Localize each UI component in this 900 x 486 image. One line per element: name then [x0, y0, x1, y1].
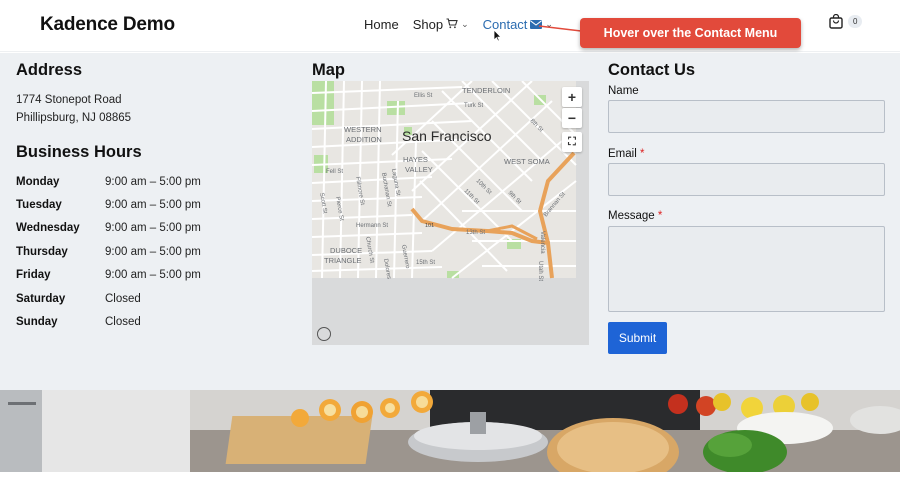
hours-row: Tuesday 9:00 am – 5:00 pm — [16, 199, 201, 211]
nav-item-label: Shop — [412, 17, 444, 32]
kitchen-hero-image — [0, 390, 900, 472]
business-hours-heading: Business Hours — [16, 143, 142, 161]
hours-day: Friday — [16, 269, 51, 281]
hours-time: Closed — [105, 293, 141, 305]
contact-heading: Contact Us — [608, 61, 696, 79]
map-zoom-in-button[interactable]: + — [562, 87, 582, 107]
hours-time: Closed — [105, 316, 141, 328]
cart-button[interactable]: 0 — [828, 14, 863, 29]
map-label: Ellis St — [414, 93, 433, 99]
hours-row: Saturday Closed — [16, 293, 141, 305]
kitchen-photo-graphic — [0, 390, 900, 472]
cart-count-badge: 0 — [848, 15, 863, 28]
address-heading: Address — [16, 61, 83, 79]
hours-day: Wednesday — [16, 222, 80, 234]
cart-icon — [446, 17, 458, 32]
site-logo[interactable]: Kadence Demo — [40, 14, 175, 36]
map-label: Fell St — [326, 169, 343, 175]
map-label: VALLEY — [405, 165, 433, 174]
map-label: HAYES — [403, 155, 428, 164]
embedded-map[interactable]: TENDERLOIN Ellis St Turk St WESTERN ADDI… — [312, 81, 589, 345]
hours-day: Saturday — [16, 293, 66, 305]
map-label: Turk St — [464, 103, 483, 109]
hours-row: Monday 9:00 am – 5:00 pm — [16, 176, 201, 188]
address-line-1: 1774 Stonepot Road — [16, 94, 122, 106]
map-label: ADDITION — [346, 135, 382, 144]
email-field[interactable] — [608, 163, 885, 196]
hours-row: Friday 9:00 am – 5:00 pm — [16, 269, 201, 281]
nav-item-shop[interactable]: Shop ⌄ — [413, 17, 469, 32]
required-marker: * — [657, 210, 663, 222]
map-label: WEST SOMA — [504, 157, 550, 166]
map-label: Hermann St — [356, 223, 388, 229]
mouse-pointer-icon — [493, 29, 502, 47]
email-label: Email * — [608, 148, 644, 160]
site-header: Kadence Demo Home Shop ⌄ Contact ⌄ Hover… — [0, 0, 900, 52]
hours-time: 9:00 am – 5:00 pm — [105, 222, 201, 234]
shopping-bag-icon — [829, 14, 843, 29]
main-nav: Home Shop ⌄ Contact ⌄ — [364, 17, 567, 32]
map-zoom-out-button[interactable]: − — [562, 108, 582, 128]
hours-day: Thursday — [16, 246, 68, 258]
message-label: Message * — [608, 210, 662, 222]
hours-time: 9:00 am – 5:00 pm — [105, 269, 201, 281]
contact-section: Address 1774 Stonepot Road Phillipsburg,… — [0, 53, 900, 390]
map-label: Valencia — [539, 231, 545, 254]
map-label: TENDERLOIN — [462, 86, 510, 95]
nav-item-home[interactable]: Home — [364, 17, 399, 32]
hours-time: 9:00 am – 5:00 pm — [105, 199, 201, 211]
hours-time: 9:00 am – 5:00 pm — [105, 246, 201, 258]
hours-day: Sunday — [16, 316, 58, 328]
map-label: 101 — [425, 223, 434, 229]
map-label: WESTERN — [344, 125, 382, 134]
hours-time: 9:00 am – 5:00 pm — [105, 176, 201, 188]
name-label-text: Name — [608, 85, 639, 97]
map-label: Utah St — [537, 261, 543, 281]
map-city-label: San Francisco — [402, 128, 492, 144]
hours-day: Monday — [16, 176, 60, 188]
map-heading: Map — [312, 61, 345, 79]
email-label-text: Email — [608, 148, 637, 160]
hours-row: Thursday 9:00 am – 5:00 pm — [16, 246, 201, 258]
required-marker: * — [639, 148, 645, 160]
message-label-text: Message — [608, 210, 655, 222]
address-line-2: Phillipsburg, NJ 08865 — [16, 112, 132, 124]
fullscreen-icon[interactable]: ⛶ — [562, 132, 582, 152]
hours-row: Sunday Closed — [16, 316, 141, 328]
map-tiles[interactable]: TENDERLOIN Ellis St Turk St WESTERN ADDI… — [312, 81, 589, 345]
map-label: DUBOCE — [330, 246, 362, 255]
name-field[interactable] — [608, 100, 885, 133]
map-label: TRIANGLE — [324, 256, 362, 265]
page-below-fold — [0, 472, 900, 486]
callout-pointer-icon — [538, 25, 582, 32]
message-textarea[interactable] — [608, 226, 885, 312]
map-provider-logo — [317, 327, 331, 341]
nav-item-label: Home — [364, 17, 399, 32]
hover-callout: Hover over the Contact Menu — [580, 18, 801, 48]
nav-item-label: Contact — [482, 17, 528, 32]
chevron-down-icon: ⌄ — [461, 19, 469, 29]
map-label: 13th St — [466, 230, 485, 236]
map-label: 15th St — [416, 260, 435, 266]
hours-day: Tuesday — [16, 199, 62, 211]
name-label: Name — [608, 85, 639, 97]
hours-row: Wednesday 9:00 am – 5:00 pm — [16, 222, 201, 234]
submit-button[interactable]: Submit — [608, 322, 667, 354]
